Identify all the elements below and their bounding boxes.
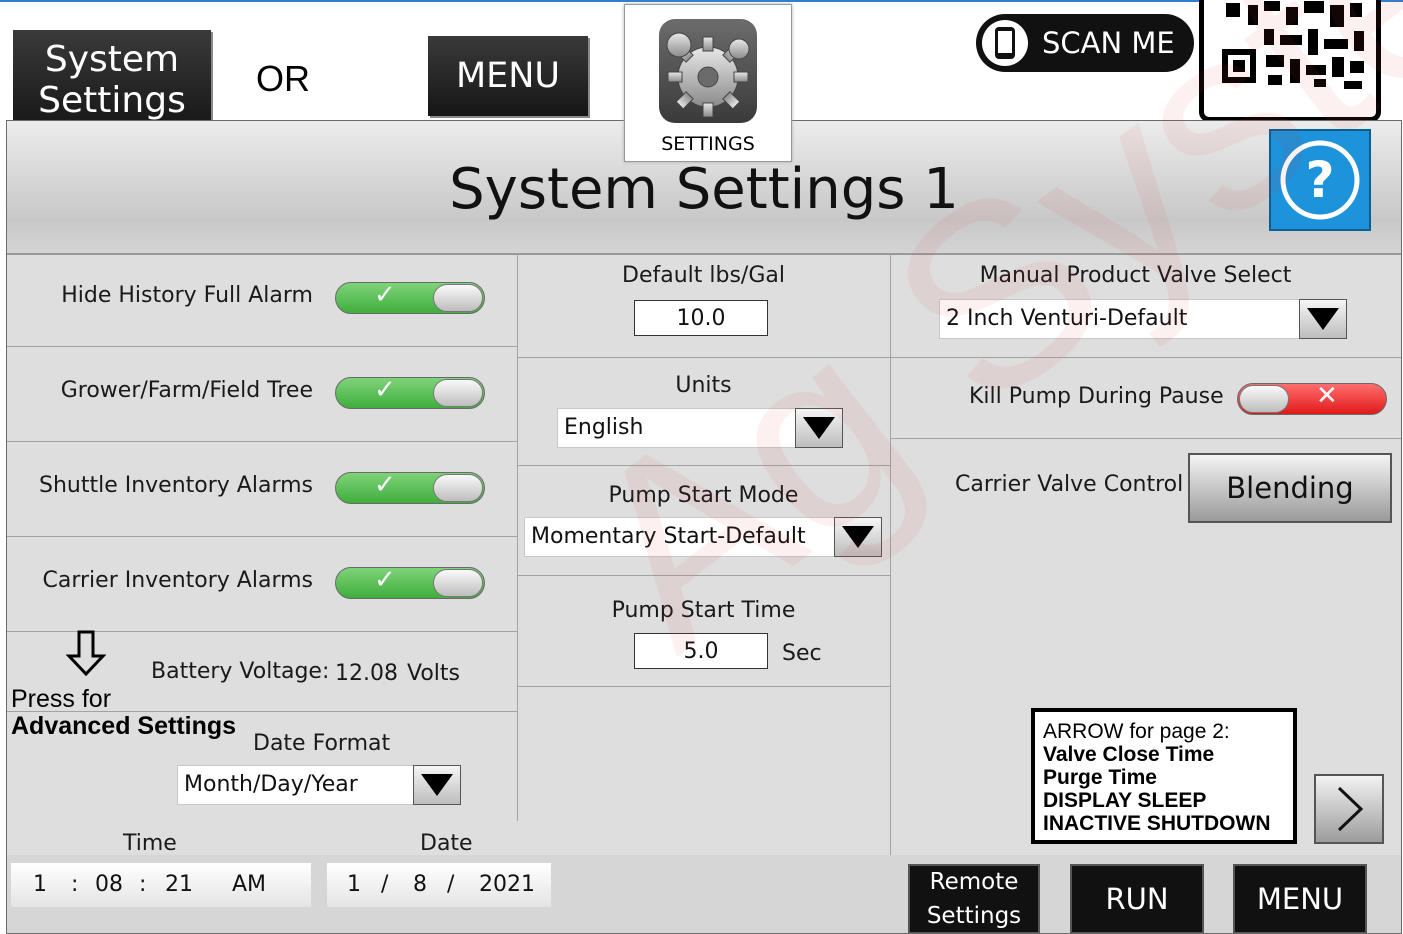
default-lbs-gal-input[interactable]: 10.0 [634,300,768,336]
carrier-valve-blending-button[interactable]: Blending [1188,453,1392,523]
or-label: OR [256,58,310,99]
settings-panel: System Settings 1 ? Hide History Full Al… [6,120,1402,934]
pump-start-time-label: Pump Start Time [611,598,796,623]
top-accent-line [0,0,1403,2]
row-divider [890,438,1401,439]
carrier-inventory-alarms-label: Carrier Inventory Alarms [42,568,314,593]
time-minute[interactable]: 08 [95,872,123,897]
chevron-down-icon[interactable] [834,517,882,557]
arrow-note-item: Purge Time [1043,766,1157,789]
pump-start-time-unit: Sec [782,641,822,666]
chevron-right-icon [1337,786,1364,832]
grower-farm-field-tree-label: Grower/Farm/Field Tree [60,378,313,403]
pump-start-time-input[interactable]: 5.0 [634,633,768,669]
scan-me-badge: SCAN ME [976,14,1194,72]
checkmark-icon: ✓ [374,375,396,405]
manual-product-valve-dropdown[interactable]: 2 Inch Venturi-Default [939,299,1347,339]
checkmark-icon: ✓ [374,565,396,595]
row-divider [7,346,517,347]
menu-button[interactable]: MENU [1233,864,1367,933]
carrier-inventory-alarms-toggle[interactable]: ✓ [335,565,485,599]
arrow-note-intro: ARROW for page 2: [1043,720,1230,743]
phone-icon [982,20,1028,66]
chevron-down-icon[interactable] [1299,299,1347,339]
page-title: System Settings 1 [449,157,959,222]
time-separator: : [71,872,79,897]
column-divider [890,255,891,855]
units-label: Units [675,373,732,398]
row-divider [890,357,1401,358]
time-label: Time [123,831,177,856]
date-month[interactable]: 1 [347,872,361,897]
date-label: Date [420,831,473,856]
system-settings-button[interactable]: System Settings [13,30,211,130]
chevron-down-icon[interactable] [795,408,843,448]
pump-start-mode-value: Momentary Start-Default [531,524,806,549]
shuttle-inventory-alarms-toggle[interactable]: ✓ [335,470,485,504]
help-button[interactable]: ? [1269,129,1371,231]
column-divider [517,255,518,821]
date-year[interactable]: 2021 [479,872,535,897]
default-lbs-gal-label: Default lbs/Gal [622,263,785,288]
arrow-note-item: INACTIVE SHUTDOWN [1043,812,1271,835]
arrow-note-callout: ARROW for page 2: Valve Close Time Purge… [1031,708,1297,844]
pump-start-mode-dropdown[interactable]: Momentary Start-Default [524,517,882,557]
advanced-settings-annotation[interactable]: Advanced Settings [11,712,236,741]
press-for-annotation: Press for [11,685,112,713]
qr-code-icon [1199,0,1381,122]
settings-app-icon[interactable]: SETTINGS [624,4,792,162]
carrier-valve-control-label: Carrier Valve Control [955,472,1184,497]
date-separator: / [447,872,455,897]
kill-pump-label: Kill Pump During Pause [969,384,1224,409]
arrow-note-item: DISPLAY SLEEP [1043,789,1207,812]
x-icon: ✕ [1316,381,1338,411]
battery-voltage-value: 12.08 [335,661,398,686]
chevron-down-icon[interactable] [413,765,461,805]
date-format-value: Month/Day/Year [184,772,358,797]
question-mark-icon: ? [1280,140,1360,220]
next-page-button[interactable] [1314,774,1384,844]
settings-icon-caption: SETTINGS [661,133,755,155]
hide-history-full-alarm-label: Hide History Full Alarm [61,283,313,308]
date-format-label: Date Format [253,731,391,756]
row-divider [517,465,890,466]
units-value: English [564,415,644,440]
checkmark-icon: ✓ [374,280,396,310]
units-dropdown[interactable]: English [557,408,843,448]
battery-voltage-label: Battery Voltage: [151,659,330,684]
scan-me-label: SCAN ME [1042,26,1175,60]
time-second[interactable]: 21 [165,872,193,897]
battery-voltage-unit: Volts [407,661,461,686]
date-separator: / [381,872,389,897]
manual-product-valve-label: Manual Product Valve Select [979,263,1292,288]
row-divider [517,575,890,576]
row-divider [517,357,890,358]
menu-button-example[interactable]: MENU [428,36,588,116]
run-button[interactable]: RUN [1070,864,1204,933]
checkmark-icon: ✓ [374,470,396,500]
kill-pump-toggle[interactable]: ✕ [1237,381,1387,415]
date-day[interactable]: 8 [413,872,427,897]
hide-history-full-alarm-toggle[interactable]: ✓ [335,280,485,314]
pump-start-mode-label: Pump Start Mode [608,483,799,508]
shuttle-inventory-alarms-label: Shuttle Inventory Alarms [38,473,313,498]
row-divider [7,536,517,537]
grower-farm-field-tree-toggle[interactable]: ✓ [335,375,485,409]
time-hour[interactable]: 1 [33,872,47,897]
gear-icon [659,19,757,123]
svg-text:?: ? [1305,151,1334,209]
time-ampm[interactable]: AM [232,872,266,897]
time-separator: : [139,872,147,897]
manual-product-valve-value: 2 Inch Venturi-Default [946,306,1188,331]
remote-settings-button[interactable]: Remote Settings [908,864,1040,933]
date-format-dropdown[interactable]: Month/Day/Year [177,765,461,805]
down-arrow-icon [65,630,107,680]
row-divider [7,441,517,442]
arrow-note-item: Valve Close Time [1043,743,1215,766]
row-divider [517,686,890,687]
